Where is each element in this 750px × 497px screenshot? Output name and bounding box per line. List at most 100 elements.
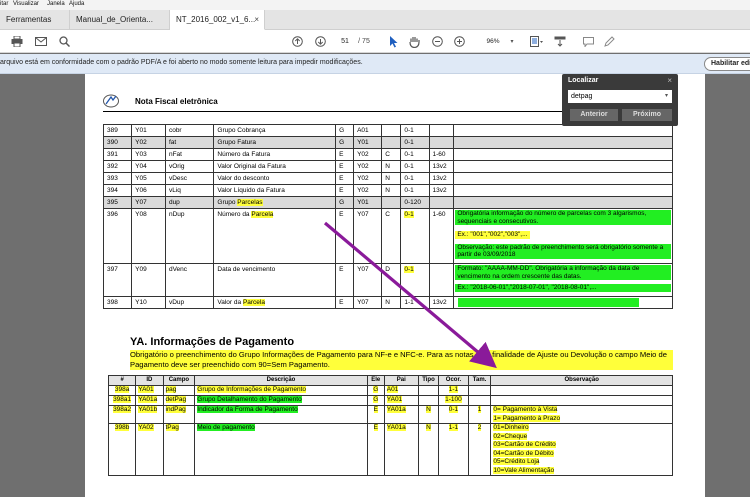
toolbar: 51 / 75 96% ▾ (0, 30, 750, 53)
section-title: YA. Informações de Pagamento (130, 336, 295, 348)
zoom-level[interactable]: 96% (478, 34, 508, 49)
table-cell: YA01 (135, 385, 164, 396)
table-cell (381, 124, 402, 137)
table-cell: Grupo Cobrança (213, 124, 337, 137)
observation-text: 02=Cheque (493, 432, 528, 440)
table-cell: 389 (102, 124, 133, 137)
zoom-dropdown-icon[interactable]: ▾ (508, 34, 516, 49)
table-cell: E (335, 184, 355, 197)
table-cell: 0-1 (400, 136, 430, 149)
table-cell: Y07 (353, 295, 383, 309)
table-cell: 1-100 (438, 395, 469, 406)
table-cell: 398a2 (107, 405, 137, 424)
cell-text: E (373, 424, 378, 431)
table-cell: indPag (162, 405, 196, 424)
email-icon[interactable] (34, 34, 48, 49)
chevron-down-icon[interactable]: ▾ (665, 90, 668, 103)
table-cell: Valor Original da Fatura (213, 160, 337, 173)
cell-text: Valor da (217, 298, 243, 306)
observation-cell (490, 385, 673, 396)
observation-text: 03=Cartão de Crédito (493, 441, 556, 448)
find-input[interactable]: detpag ▾ (568, 90, 672, 103)
comment-icon[interactable] (581, 34, 595, 49)
table-row: 398a YA01 pag Grupo de Informações de Pagam… (107, 385, 673, 396)
table-cell (453, 136, 673, 149)
table-cell: fat (164, 136, 215, 149)
hand-tool-icon[interactable] (407, 34, 421, 49)
find-next-button[interactable]: Próximo (622, 109, 672, 121)
cell-text: detPag (165, 396, 187, 403)
tab-bar: Ferramentas Manual_de_Orienta... NT_2016… (0, 10, 750, 30)
cell-text: E (373, 406, 378, 413)
table-cell: Y07 (353, 262, 383, 297)
observation-note: Observação: este padrão de preenchimento… (455, 243, 671, 259)
zoom-out-icon[interactable] (430, 34, 444, 49)
table-cell: 0-1 (438, 405, 469, 424)
menu-item-janela[interactable]: Janela (47, 1, 65, 7)
observation-text: 01=Dinheiro (493, 424, 529, 431)
observation-text: 10=Vale Alimentação (493, 466, 555, 474)
observation-line: 03=Cartão de Crédito (493, 441, 670, 450)
close-icon[interactable]: × (667, 76, 672, 85)
tab-manual[interactable]: Manual_de_Orienta... (70, 10, 170, 30)
page-fit-icon[interactable] (528, 34, 546, 49)
select-cursor-icon[interactable] (386, 34, 400, 49)
table-cell: YA01b (135, 405, 164, 424)
find-previous-button[interactable]: Anterior (570, 109, 618, 121)
table-cell: Número da Parcela (213, 208, 337, 264)
table-cell: Y03 (131, 148, 166, 161)
pen-icon[interactable] (602, 34, 616, 49)
table-cell: Valor da Parcela (213, 295, 337, 309)
cell-text: 1 (477, 406, 482, 413)
scroll-mode-icon[interactable] (553, 34, 567, 49)
table-cell: 398a (107, 385, 137, 396)
table-cell: A01 (353, 124, 383, 137)
table-cell: 13v2 (428, 184, 455, 197)
table-row: 393 Y05 vDesc Valor do desconto E Y02 N 0-1 13v2 (102, 172, 673, 185)
menu-item-ajuda[interactable]: Ajuda (69, 1, 84, 7)
table-cell: Y08 (131, 208, 166, 264)
table-cell: Valor Líquido da Fatura (213, 184, 337, 197)
acrobat-window: itar Visualizar Janela Ajuda Ferramentas… (0, 0, 750, 497)
column-header: Ocor. (438, 375, 469, 386)
table-cell: C (381, 208, 402, 264)
menu-item-editar[interactable]: itar (0, 1, 8, 7)
pdfa-message: arquivo está em conformidade com o padrã… (0, 59, 363, 66)
page-down-icon[interactable] (313, 34, 327, 49)
table-cell (467, 385, 492, 396)
table-cell: A01 (383, 385, 419, 396)
tab-ferramentas[interactable]: Ferramentas (0, 10, 70, 30)
column-header: Pai (383, 375, 419, 386)
table-cell (428, 124, 455, 137)
page-up-icon[interactable] (290, 34, 304, 49)
cell-text: 0-1 (404, 265, 414, 273)
table-cell: 0-1 (400, 172, 430, 185)
print-icon[interactable] (10, 34, 24, 49)
table-cell: detPag (162, 395, 196, 406)
table-cell: Grupo Fatura (213, 136, 337, 149)
table-cell: Y07 (131, 196, 166, 209)
tab-nt-2016[interactable]: NT_2016_002_v1_6... × (170, 10, 265, 30)
cell-text: YA01 (386, 396, 403, 403)
search-icon[interactable] (57, 34, 71, 49)
enable-editing-button[interactable]: Habilitar edição (704, 57, 750, 71)
cell-text: Grupo (217, 199, 238, 206)
table-cell: 1-60 (428, 148, 455, 161)
close-tab-icon[interactable]: × (254, 10, 259, 30)
menu-item-visualizar[interactable]: Visualizar (13, 1, 39, 7)
observation-cell: 0= Pagamento à Vista 1= Pagamento à Prazo (490, 405, 673, 424)
table-cell: C (381, 148, 402, 161)
cell-text: Número da (217, 211, 252, 218)
table-cell: 1-1 (438, 385, 469, 396)
page-number-input[interactable]: 51 (337, 34, 353, 49)
table-cell: vDesc (164, 172, 215, 185)
zoom-in-icon[interactable] (452, 34, 466, 49)
table-row: 395 Y07 dup Grupo Parcelas G Y01 0-120 (102, 196, 673, 209)
table-cell (453, 148, 673, 161)
search-highlight: Parcela (251, 211, 274, 218)
table-cell: 2 (467, 423, 492, 476)
table-cell: E (366, 405, 385, 424)
table-cell: 13v2 (428, 295, 455, 309)
table-cell: N (417, 405, 440, 424)
table-row: 390 Y02 fat Grupo Fatura G Y01 0-1 (102, 136, 673, 149)
